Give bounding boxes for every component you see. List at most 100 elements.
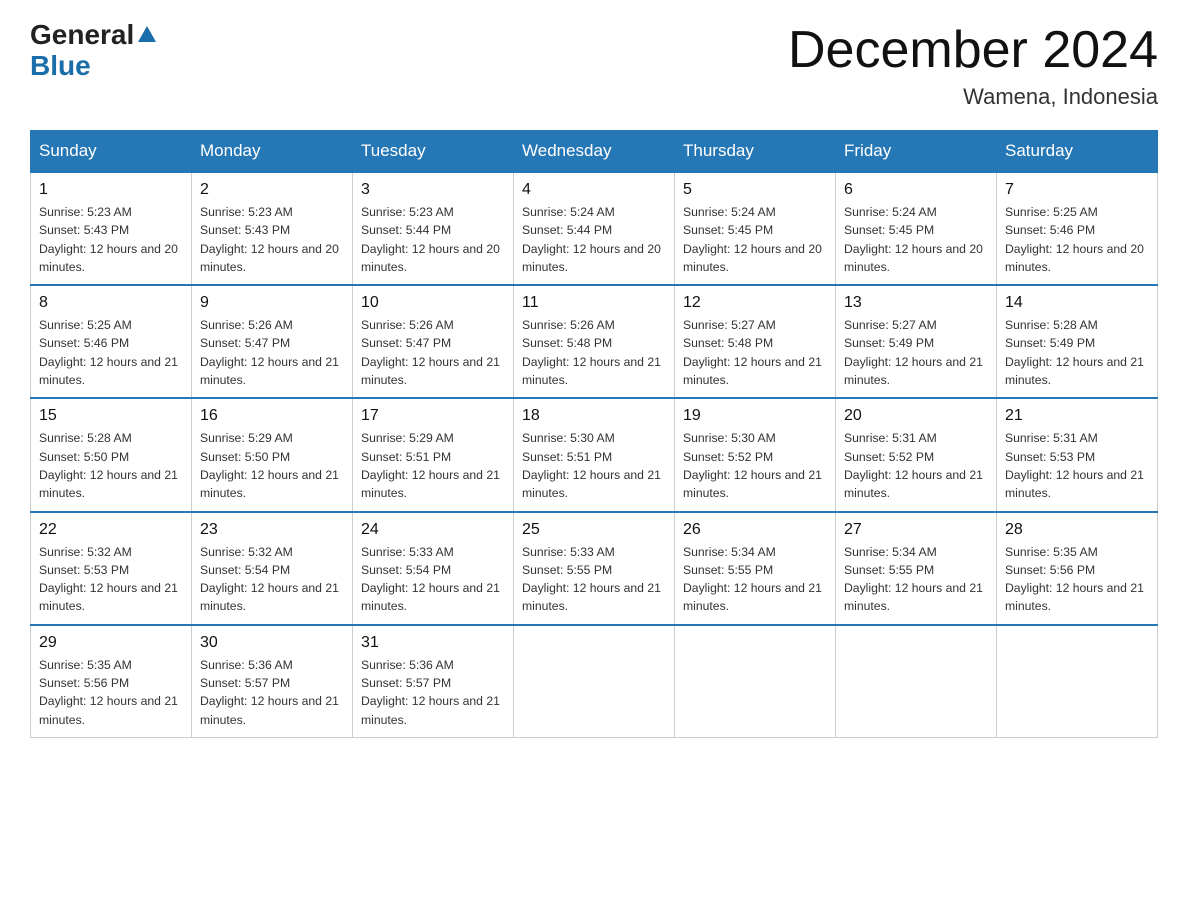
calendar-cell: 1 Sunrise: 5:23 AMSunset: 5:43 PMDaylight…	[31, 172, 192, 285]
calendar-cell: 24 Sunrise: 5:33 AMSunset: 5:54 PMDayligh…	[353, 512, 514, 625]
day-number: 25	[522, 521, 666, 539]
day-number: 7	[1005, 181, 1149, 199]
calendar-cell: 26 Sunrise: 5:34 AMSunset: 5:55 PMDayligh…	[675, 512, 836, 625]
calendar-cell: 14 Sunrise: 5:28 AMSunset: 5:49 PMDayligh…	[997, 285, 1158, 398]
day-number: 31	[361, 634, 505, 652]
column-header-thursday: Thursday	[675, 131, 836, 173]
calendar-header-row: SundayMondayTuesdayWednesdayThursdayFrid…	[31, 131, 1158, 173]
day-info: Sunrise: 5:24 AMSunset: 5:44 PMDaylight:…	[522, 203, 666, 276]
title-block: December 2024 Wamena, Indonesia	[788, 20, 1158, 110]
calendar-cell: 13 Sunrise: 5:27 AMSunset: 5:49 PMDayligh…	[836, 285, 997, 398]
day-info: Sunrise: 5:29 AMSunset: 5:51 PMDaylight:…	[361, 429, 505, 502]
day-number: 17	[361, 407, 505, 425]
calendar-week-row: 1 Sunrise: 5:23 AMSunset: 5:43 PMDaylight…	[31, 172, 1158, 285]
day-info: Sunrise: 5:31 AMSunset: 5:52 PMDaylight:…	[844, 429, 988, 502]
calendar-cell: 16Sunrise: 5:29 AMSunset: 5:50 PMDayligh…	[192, 398, 353, 511]
calendar-cell: 7 Sunrise: 5:25 AMSunset: 5:46 PMDaylight…	[997, 172, 1158, 285]
calendar-cell: 2 Sunrise: 5:23 AMSunset: 5:43 PMDaylight…	[192, 172, 353, 285]
calendar-cell: 22Sunrise: 5:32 AMSunset: 5:53 PMDayligh…	[31, 512, 192, 625]
calendar-cell: 28 Sunrise: 5:35 AMSunset: 5:56 PMDayligh…	[997, 512, 1158, 625]
day-info: Sunrise: 5:26 AMSunset: 5:47 PMDaylight:…	[361, 316, 505, 389]
calendar-cell: 19 Sunrise: 5:30 AMSunset: 5:52 PMDayligh…	[675, 398, 836, 511]
day-info: Sunrise: 5:33 AMSunset: 5:54 PMDaylight:…	[361, 543, 505, 616]
column-header-monday: Monday	[192, 131, 353, 173]
day-info: Sunrise: 5:34 AMSunset: 5:55 PMDaylight:…	[683, 543, 827, 616]
calendar-cell	[997, 625, 1158, 738]
logo-general-text: General	[30, 19, 134, 50]
calendar-cell: 29Sunrise: 5:35 AMSunset: 5:56 PMDayligh…	[31, 625, 192, 738]
day-number: 2	[200, 181, 344, 199]
calendar-cell	[836, 625, 997, 738]
calendar-cell	[675, 625, 836, 738]
calendar-cell: 11 Sunrise: 5:26 AMSunset: 5:48 PMDayligh…	[514, 285, 675, 398]
column-header-saturday: Saturday	[997, 131, 1158, 173]
logo-blue-text: Blue	[30, 50, 91, 81]
day-number: 29	[39, 634, 183, 652]
calendar-table: SundayMondayTuesdayWednesdayThursdayFrid…	[30, 130, 1158, 738]
column-header-sunday: Sunday	[31, 131, 192, 173]
day-info: Sunrise: 5:35 AMSunset: 5:56 PMDaylight:…	[1005, 543, 1149, 616]
day-info: Sunrise: 5:26 AMSunset: 5:47 PMDaylight:…	[200, 316, 344, 389]
day-info: Sunrise: 5:23 AMSunset: 5:43 PMDaylight:…	[200, 203, 344, 276]
day-info: Sunrise: 5:30 AMSunset: 5:52 PMDaylight:…	[683, 429, 827, 502]
day-number: 12	[683, 294, 827, 312]
day-info: Sunrise: 5:26 AMSunset: 5:48 PMDaylight:…	[522, 316, 666, 389]
calendar-cell: 3Sunrise: 5:23 AMSunset: 5:44 PMDaylight…	[353, 172, 514, 285]
day-info: Sunrise: 5:25 AMSunset: 5:46 PMDaylight:…	[39, 316, 183, 389]
day-number: 24	[361, 521, 505, 539]
day-number: 14	[1005, 294, 1149, 312]
day-number: 19	[683, 407, 827, 425]
calendar-cell	[514, 625, 675, 738]
day-info: Sunrise: 5:23 AMSunset: 5:44 PMDaylight:…	[361, 203, 505, 276]
day-info: Sunrise: 5:32 AMSunset: 5:53 PMDaylight:…	[39, 543, 183, 616]
calendar-cell: 6 Sunrise: 5:24 AMSunset: 5:45 PMDaylight…	[836, 172, 997, 285]
day-number: 8	[39, 294, 183, 312]
day-info: Sunrise: 5:28 AMSunset: 5:49 PMDaylight:…	[1005, 316, 1149, 389]
calendar-cell: 10 Sunrise: 5:26 AMSunset: 5:47 PMDayligh…	[353, 285, 514, 398]
calendar-cell: 20 Sunrise: 5:31 AMSunset: 5:52 PMDayligh…	[836, 398, 997, 511]
day-number: 15	[39, 407, 183, 425]
day-number: 20	[844, 407, 988, 425]
day-number: 10	[361, 294, 505, 312]
day-info: Sunrise: 5:31 AMSunset: 5:53 PMDaylight:…	[1005, 429, 1149, 502]
day-info: Sunrise: 5:36 AMSunset: 5:57 PMDaylight:…	[200, 656, 344, 729]
logo: General Blue	[30, 20, 158, 82]
column-header-wednesday: Wednesday	[514, 131, 675, 173]
day-number: 21	[1005, 407, 1149, 425]
calendar-cell: 27Sunrise: 5:34 AMSunset: 5:55 PMDayligh…	[836, 512, 997, 625]
location: Wamena, Indonesia	[788, 84, 1158, 110]
calendar-cell: 31 Sunrise: 5:36 AMSunset: 5:57 PMDayligh…	[353, 625, 514, 738]
day-number: 23	[200, 521, 344, 539]
day-number: 9	[200, 294, 344, 312]
day-number: 13	[844, 294, 988, 312]
day-number: 18	[522, 407, 666, 425]
day-info: Sunrise: 5:27 AMSunset: 5:48 PMDaylight:…	[683, 316, 827, 389]
day-info: Sunrise: 5:36 AMSunset: 5:57 PMDaylight:…	[361, 656, 505, 729]
day-info: Sunrise: 5:24 AMSunset: 5:45 PMDaylight:…	[844, 203, 988, 276]
calendar-cell: 23 Sunrise: 5:32 AMSunset: 5:54 PMDayligh…	[192, 512, 353, 625]
calendar-cell: 5Sunrise: 5:24 AMSunset: 5:45 PMDaylight…	[675, 172, 836, 285]
day-info: Sunrise: 5:30 AMSunset: 5:51 PMDaylight:…	[522, 429, 666, 502]
day-number: 4	[522, 181, 666, 199]
day-info: Sunrise: 5:32 AMSunset: 5:54 PMDaylight:…	[200, 543, 344, 616]
calendar-cell: 30 Sunrise: 5:36 AMSunset: 5:57 PMDayligh…	[192, 625, 353, 738]
calendar-week-row: 8 Sunrise: 5:25 AMSunset: 5:46 PMDaylight…	[31, 285, 1158, 398]
day-number: 1	[39, 181, 183, 199]
day-info: Sunrise: 5:25 AMSunset: 5:46 PMDaylight:…	[1005, 203, 1149, 276]
day-number: 28	[1005, 521, 1149, 539]
day-number: 16	[200, 407, 344, 425]
calendar-cell: 18 Sunrise: 5:30 AMSunset: 5:51 PMDayligh…	[514, 398, 675, 511]
day-info: Sunrise: 5:23 AMSunset: 5:43 PMDaylight:…	[39, 203, 183, 276]
calendar-cell: 15Sunrise: 5:28 AMSunset: 5:50 PMDayligh…	[31, 398, 192, 511]
day-number: 26	[683, 521, 827, 539]
day-number: 6	[844, 181, 988, 199]
day-number: 30	[200, 634, 344, 652]
column-header-friday: Friday	[836, 131, 997, 173]
day-info: Sunrise: 5:24 AMSunset: 5:45 PMDaylight:…	[683, 203, 827, 276]
day-number: 11	[522, 294, 666, 312]
calendar-cell: 25 Sunrise: 5:33 AMSunset: 5:55 PMDayligh…	[514, 512, 675, 625]
day-info: Sunrise: 5:33 AMSunset: 5:55 PMDaylight:…	[522, 543, 666, 616]
day-info: Sunrise: 5:27 AMSunset: 5:49 PMDaylight:…	[844, 316, 988, 389]
calendar-week-row: 22Sunrise: 5:32 AMSunset: 5:53 PMDayligh…	[31, 512, 1158, 625]
column-header-tuesday: Tuesday	[353, 131, 514, 173]
